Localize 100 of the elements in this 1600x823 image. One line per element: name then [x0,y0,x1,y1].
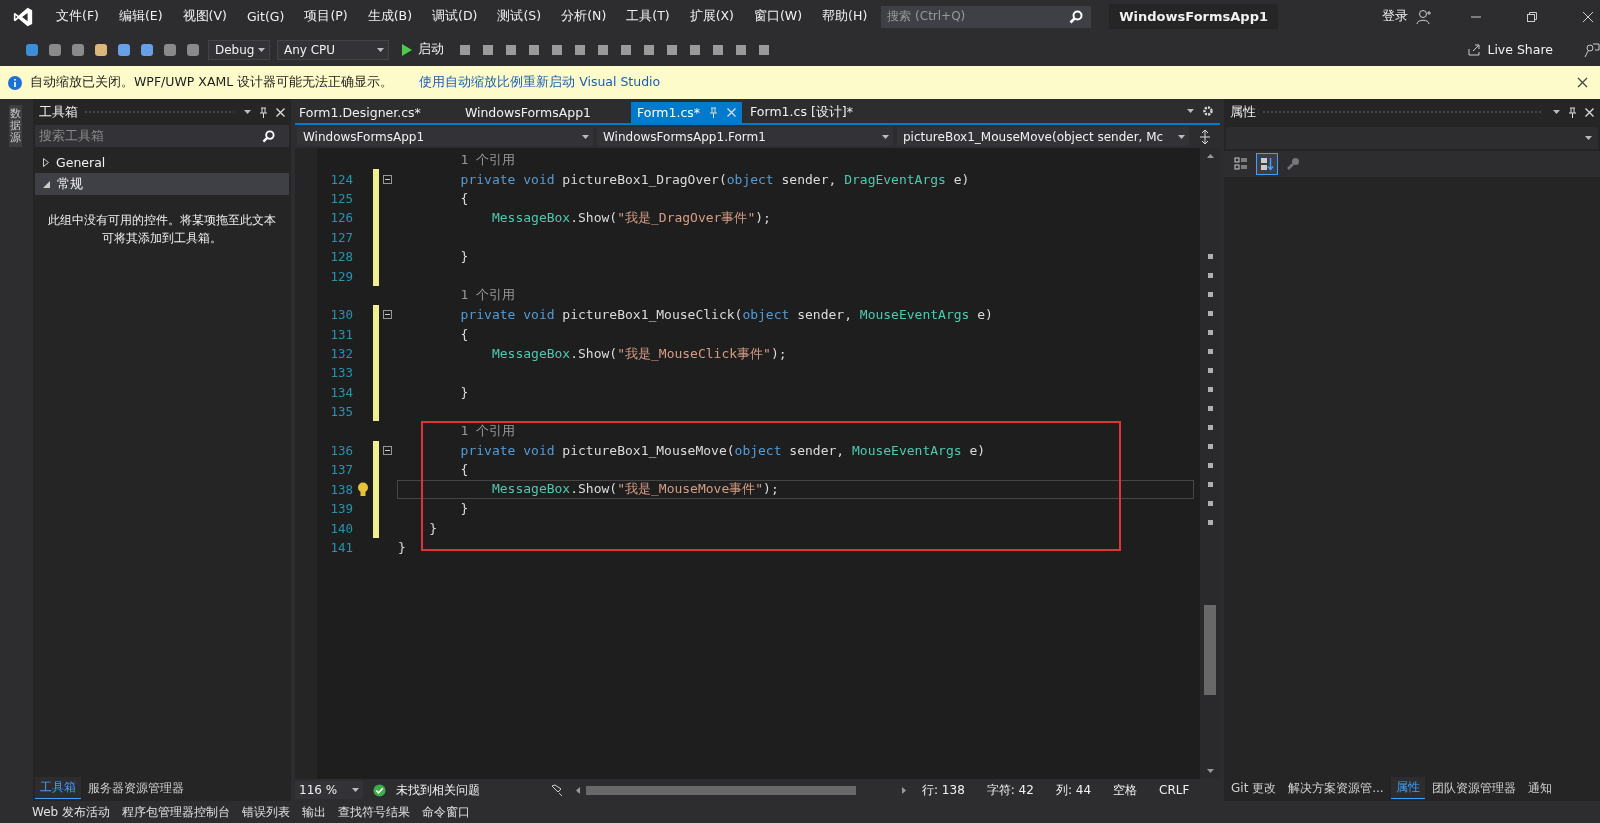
panel-tab[interactable]: 服务器资源管理器 [83,777,189,799]
scroll-marker [1207,463,1213,468]
toolbox-group[interactable]: 常规 [35,173,289,195]
sign-in-link[interactable]: 登录 [1382,8,1408,25]
document-tab[interactable]: Form1.Designer.cs* [295,102,425,123]
code-line: MessageBox.Show("我是_MouseClick事件"); [490,344,787,363]
horizontal-scrollbar[interactable] [576,785,906,795]
panel-tab[interactable]: Git 更改 [1226,777,1282,799]
line-number: 139 [329,501,353,517]
close-icon[interactable] [1577,77,1588,88]
configuration-dropdown[interactable]: Debug [208,39,270,60]
menu-item[interactable]: Git(G) [236,9,295,24]
tool-window-tab[interactable]: 程序包管理器控制台 [122,803,230,821]
settings-icon[interactable] [1202,105,1214,117]
line-number: 140 [329,520,353,536]
scroll-marker [1207,330,1213,335]
reference-count[interactable]: 1 个引用 [398,150,516,169]
menu-item[interactable]: 扩展(X) [679,8,744,25]
live-share-button[interactable]: Live Share [1461,41,1559,58]
tool-window-tab[interactable]: 输出 [302,803,326,821]
code-line: MessageBox.Show("我是_DragOver事件"); [490,208,771,227]
toolbox-search-field[interactable]: 搜索工具箱 [35,125,289,147]
caret-icon[interactable] [1585,136,1592,140]
character-indicator: 字符: 42 [986,781,1034,799]
navigation-dropdown[interactable]: WindowsFormsApp1.Form1 [597,127,893,146]
panel-tab[interactable]: 通知 [1522,777,1557,799]
code-line: { [459,190,469,206]
platform-dropdown[interactable]: Any CPU [277,39,389,60]
panel-tab[interactable]: 团队资源管理器 [1426,777,1521,799]
tool-window-tab[interactable]: 命令窗口 [422,803,470,821]
tool-window-tab[interactable]: Web 发布活动 [32,803,110,821]
restore-icon[interactable] [1526,10,1538,23]
document-tab[interactable]: WindowsFormsApp1 [460,102,596,123]
tool-window-tab[interactable]: 查找符号结果 [338,803,410,821]
menu-item[interactable]: 分析(N) [551,8,617,25]
menu-item[interactable]: 生成(B) [357,8,423,25]
whitespace-indicator[interactable]: 空格 [1113,781,1138,799]
menu-item[interactable]: 工具(T) [616,8,680,25]
pin-icon[interactable] [259,106,268,118]
scroll-down-icon[interactable] [1206,769,1214,773]
line-number: 132 [329,346,353,362]
scroll-up-icon[interactable] [1206,154,1214,158]
menu-item[interactable]: 编辑(E) [108,8,173,25]
menu-item[interactable]: 测试(S) [487,8,552,25]
collapse-icon[interactable] [383,174,392,184]
scroll-left-icon[interactable] [576,786,580,794]
tool-window-tab[interactable]: 错误列表 [242,803,290,821]
dropdown-icon[interactable] [244,110,251,114]
navigation-dropdown[interactable]: WindowsFormsApp1 [297,127,593,146]
line-number: 126 [329,210,353,226]
lightbulb-icon[interactable] [357,481,369,497]
line-number: 137 [329,462,353,478]
panel-tab[interactable]: 属性 [1390,777,1425,799]
zoom-dropdown[interactable]: 116 % [295,781,363,799]
collapse-icon[interactable] [383,446,392,456]
reference-count[interactable]: 1 个引用 [398,422,516,441]
document-tab[interactable]: Form1.cs [设计]* [746,102,857,123]
caret-icon[interactable] [582,134,589,139]
scroll-marker [1207,501,1213,506]
scroll-marker [1207,368,1213,373]
account-icon[interactable] [1416,8,1432,25]
navigation-dropdown[interactable]: pictureBox1_MouseMove(object sender, Mc [897,127,1189,146]
menu-item[interactable]: 文件(F) [46,8,109,25]
menu-item[interactable]: 视图(V) [172,8,237,25]
wrench-icon [1286,157,1300,171]
panel-tab[interactable]: 解决方案资源管... [1283,777,1389,799]
scroll-thumb[interactable] [586,785,856,795]
dropdown-icon[interactable] [1187,109,1194,113]
collapse-icon[interactable] [383,310,392,320]
menu-item[interactable]: 调试(D) [422,8,488,25]
window-title: WindowsFormsApp1 [1109,4,1278,29]
reference-count[interactable]: 1 个引用 [398,286,516,305]
caret-icon[interactable] [1178,134,1185,139]
toolbox-group[interactable]: General [35,151,289,173]
dropdown-icon[interactable] [1553,110,1560,114]
line-number: 134 [329,384,353,400]
caret-icon[interactable] [377,47,384,52]
menu-item[interactable]: 窗口(W) [744,8,813,25]
caret-icon[interactable] [258,47,266,52]
info-message: 自动缩放已关闭。WPF/UWP XAML 设计器可能无法正确显示。 [30,74,394,91]
scroll-thumb[interactable] [1204,605,1216,695]
vertical-scrollbar[interactable] [1200,148,1220,779]
caret-icon[interactable] [352,788,359,792]
restart-link[interactable]: 使用自动缩放比例重新启动 Visual Studio [419,74,661,91]
feedback-icon[interactable] [1584,41,1600,58]
line-number: 136 [329,443,353,459]
caret-icon[interactable] [882,134,889,139]
split-icon[interactable] [1199,129,1211,144]
code-line: private void pictureBox1_MouseClick(object sender, MouseEventArgs e) [459,307,993,323]
alphabetical-button[interactable] [1256,153,1278,175]
issues-status[interactable]: 未找到相关问题 [396,781,480,799]
menu-item[interactable]: 帮助(H) [812,8,878,25]
panel-tab[interactable]: 工具箱 [35,777,81,799]
menu-item[interactable]: 项目(P) [294,8,358,25]
scroll-right-icon[interactable] [902,786,906,794]
pin-icon[interactable] [1568,106,1577,118]
search-field[interactable]: 搜索 (Ctrl+Q) [881,5,1092,28]
line-ending-indicator[interactable]: CRLF [1159,783,1190,797]
start-button[interactable]: 启动 [396,41,450,58]
data-sources-tab[interactable]: 数据源 [8,105,22,148]
